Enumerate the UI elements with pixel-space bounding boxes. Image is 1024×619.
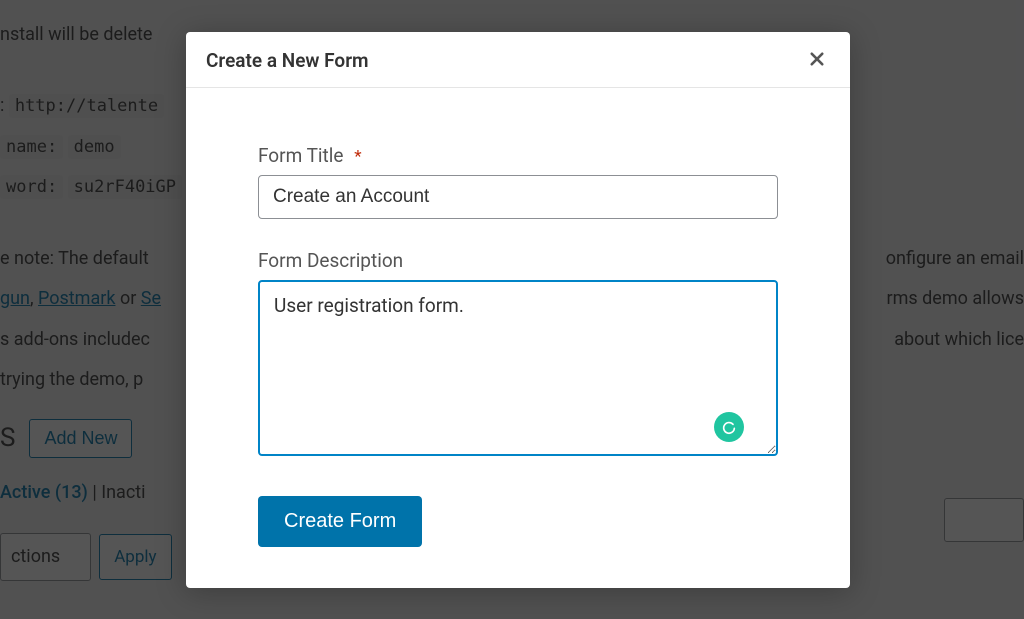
form-title-label: Form Title * <box>258 144 778 167</box>
form-title-input[interactable] <box>258 175 778 219</box>
form-title-field: Form Title * <box>258 144 778 219</box>
form-description-field: Form Description <box>258 249 778 460</box>
form-description-label: Form Description <box>258 249 778 272</box>
create-form-button[interactable]: Create Form <box>258 496 422 547</box>
create-form-modal: Create a New Form Form Title * Form Desc… <box>186 32 850 588</box>
modal-header: Create a New Form <box>186 32 850 88</box>
form-description-input[interactable] <box>258 280 778 456</box>
close-icon <box>808 56 826 71</box>
modal-body: Form Title * Form Description Create For… <box>186 88 850 577</box>
modal-title: Create a New Form <box>206 49 369 72</box>
close-button[interactable] <box>804 46 830 75</box>
required-indicator: * <box>354 147 361 167</box>
grammarly-icon[interactable] <box>714 412 744 442</box>
